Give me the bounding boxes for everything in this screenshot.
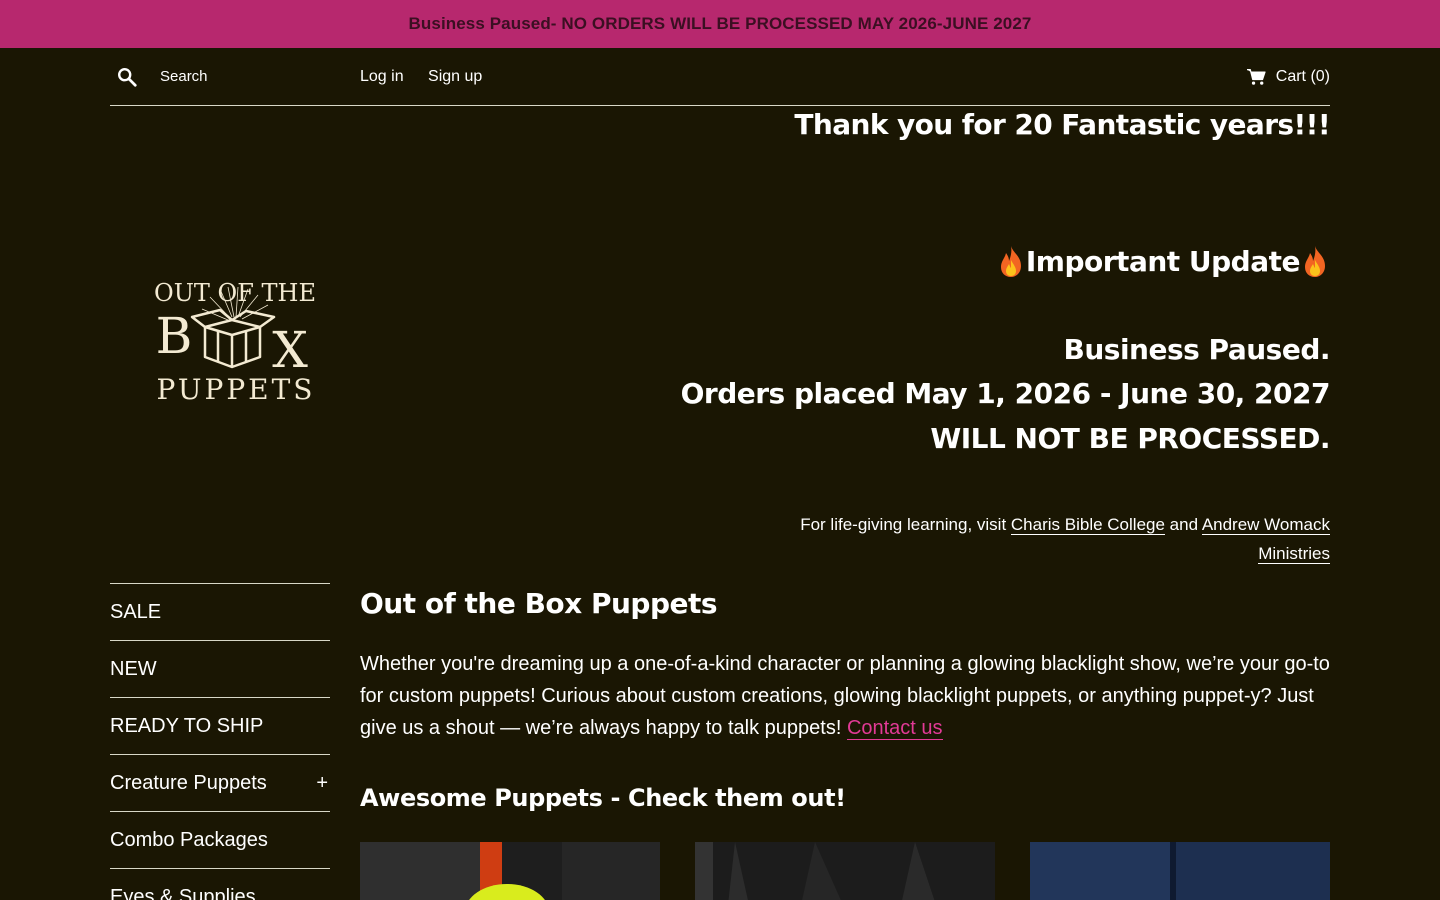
product-image[interactable]	[360, 842, 660, 900]
sidebar-item-label: READY TO SHIP	[110, 714, 264, 737]
update-line-2: Orders placed May 1, 2026 - June 30, 202…	[680, 377, 1331, 410]
sidebar-item-sale[interactable]: SALE	[110, 583, 330, 640]
thanks-heading: Thank you for 20 Fantastic years!!!	[794, 108, 1330, 141]
sidebar-item-ready-to-ship[interactable]: READY TO SHIP	[110, 697, 330, 754]
sidebar-item-label: Combo Packages	[110, 828, 268, 851]
site-logo[interactable]: OUT OF THE B X PUPPETS	[150, 275, 325, 410]
logo-line-3: PUPPETS	[157, 373, 316, 406]
product-image[interactable]	[1030, 842, 1330, 900]
search-form	[110, 66, 360, 88]
signup-link[interactable]: Sign up	[428, 68, 482, 85]
sidebar-item-eyes-supplies[interactable]: Eyes & Supplies	[110, 868, 330, 900]
sidebar-item-new[interactable]: NEW	[110, 640, 330, 697]
page-title: Out of the Box Puppets	[360, 587, 718, 620]
open-box-icon	[190, 308, 276, 369]
product-grid	[360, 842, 1330, 900]
important-update: Important Update Business Paused. Orders…	[680, 238, 1331, 462]
update-title: Important Update	[681, 238, 1330, 284]
contact-link[interactable]: Contact us	[846, 717, 943, 740]
update-line-1: Business Paused.	[1063, 333, 1331, 366]
search-icon[interactable]	[116, 66, 138, 88]
announcement-bar: Business Paused- NO ORDERS WILL BE PROCE…	[0, 0, 1440, 48]
intro-paragraph: Whether you're dreaming up a one-of-a-ki…	[360, 648, 1330, 744]
expand-plus-icon[interactable]: +	[316, 772, 328, 795]
account-links: Log in Sign up	[360, 68, 502, 86]
fire-icon	[1000, 246, 1021, 277]
charis-link[interactable]: Charis Bible College	[1010, 515, 1165, 535]
fire-icon	[1305, 246, 1325, 277]
section-subtitle: Awesome Puppets - Check them out!	[360, 784, 846, 812]
logo-line-1: OUT OF THE	[154, 279, 316, 307]
main-content: Out of the Box Puppets Whether you're dr…	[360, 583, 1330, 900]
cart-link[interactable]: Cart (0)	[1246, 68, 1330, 86]
sidebar-item-label: NEW	[110, 657, 157, 680]
sidebar-item-combo-packages[interactable]: Combo Packages	[110, 811, 330, 868]
search-input[interactable]	[160, 68, 350, 85]
update-line-3: WILL NOT BE PROCESSED.	[930, 422, 1330, 455]
sidebar-item-creature-puppets[interactable]: Creature Puppets +	[110, 754, 330, 811]
learning-mid: and	[1164, 515, 1202, 534]
cart-label: Cart (0)	[1275, 67, 1330, 85]
womack-link[interactable]: Andrew Womack Ministries	[1201, 515, 1330, 564]
cart-icon	[1246, 68, 1266, 85]
learning-prefix: For life-giving learning, visit	[800, 515, 1011, 534]
sidebar-nav: SALE NEW READY TO SHIP Creature Puppets …	[110, 583, 330, 900]
announcement-text: Business Paused- NO ORDERS WILL BE PROCE…	[408, 14, 1032, 33]
login-link[interactable]: Log in	[360, 68, 404, 85]
update-title-text: Important Update	[1025, 244, 1301, 278]
intro-text: Whether you're dreaming up a one-of-a-ki…	[360, 653, 1330, 739]
sidebar-item-label: Creature Puppets	[110, 771, 267, 794]
logo-letter-b: B	[156, 307, 193, 365]
learning-note: For life-giving learning, visit Charis B…	[730, 510, 1330, 568]
logo-letter-x: X	[272, 321, 308, 379]
product-image[interactable]	[695, 842, 995, 900]
sidebar-item-label: SALE	[110, 600, 162, 623]
sidebar-item-label: Eyes & Supplies	[110, 885, 256, 900]
top-nav: Log in Sign up Cart (0)	[110, 48, 1330, 106]
